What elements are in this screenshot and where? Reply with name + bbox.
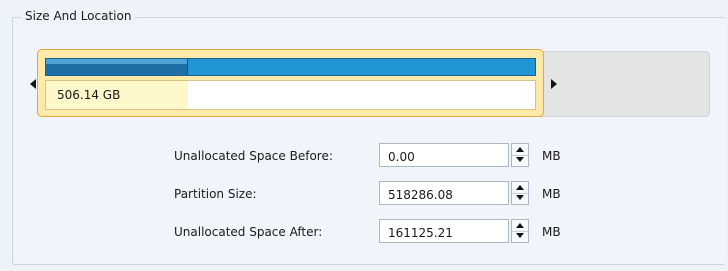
right-resize-arrow-icon[interactable] (551, 79, 557, 89)
unallocated-before-input[interactable] (379, 143, 509, 167)
spin-down-icon[interactable] (512, 231, 528, 242)
partition-size-field-label: Partition Size: (174, 187, 257, 201)
usage-used-segment (46, 59, 188, 75)
unallocated-after-unit: MB (542, 225, 561, 239)
partition-info-strip: 506.14 GB (45, 80, 536, 110)
unallocated-before-spinner[interactable] (511, 143, 529, 167)
unallocated-before-unit: MB (542, 149, 561, 163)
left-resize-arrow-icon[interactable] (30, 79, 36, 89)
unallocated-before-label: Unallocated Space Before: (174, 149, 333, 163)
unallocated-after-spinner[interactable] (511, 219, 529, 243)
partition-block[interactable]: 506.14 GB (37, 49, 544, 117)
unallocated-after-label: Unallocated Space After: (174, 225, 323, 239)
spin-down-icon[interactable] (512, 155, 528, 166)
unallocated-after-input[interactable] (379, 219, 509, 243)
group-title: Size And Location (21, 8, 136, 24)
usage-bar (45, 58, 536, 76)
spin-down-icon[interactable] (512, 193, 528, 204)
partition-size-input[interactable] (379, 181, 509, 205)
partition-size-spinner[interactable] (511, 181, 529, 205)
partition-size-unit: MB (542, 187, 561, 201)
partition-size-label: 506.14 GB (57, 88, 121, 102)
